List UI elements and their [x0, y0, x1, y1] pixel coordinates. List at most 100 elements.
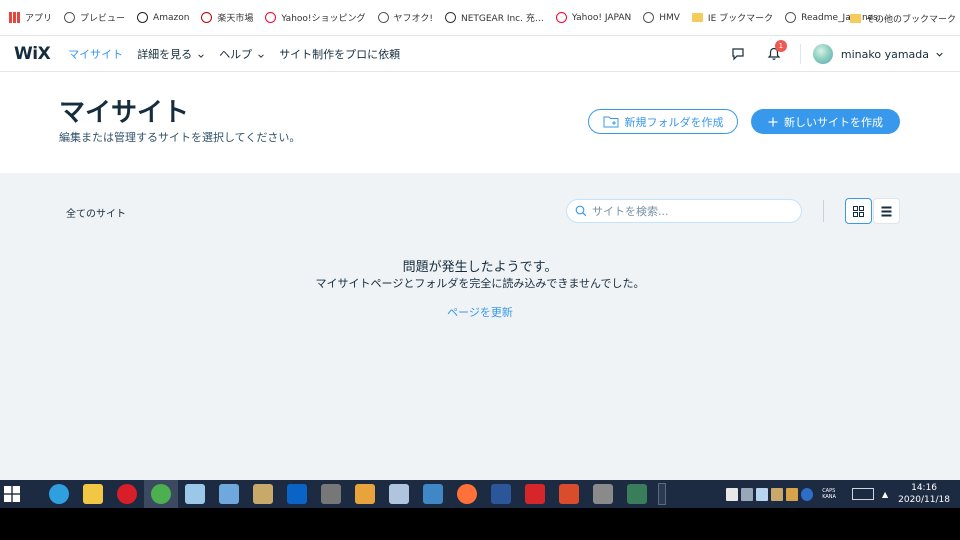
- netgear-icon: [444, 12, 456, 23]
- bookmark-label: IE ブックマーク: [707, 14, 774, 24]
- new-site-label: 新しいサイトを作成: [784, 115, 883, 129]
- bookmark-label: ヤフオク!: [393, 14, 433, 24]
- taskbar-app-app-blue[interactable]: [212, 480, 246, 508]
- chat-icon[interactable]: [720, 36, 756, 72]
- tray-app-icon[interactable]: [726, 487, 739, 501]
- bookmark-label: 楽天市場: [217, 14, 254, 24]
- content-area: 全てのサイト 問題が発生したようです。 マイサイトページとフォルダを完全に読み込…: [0, 173, 960, 480]
- taskbar-app-acrobat[interactable]: [518, 480, 552, 508]
- error-description: マイサイトページとフォルダを完全に読み込みできませんでした。: [315, 277, 645, 290]
- nav-item[interactable]: ヘルプ: [219, 46, 265, 62]
- taskbar-app-chrome[interactable]: [144, 480, 178, 508]
- toolbar-divider: [823, 200, 824, 222]
- all-sites-label[interactable]: 全てのサイト: [66, 205, 126, 220]
- plus-icon: [768, 117, 778, 127]
- bookmark-item[interactable]: 楽天市場: [196, 6, 258, 30]
- taskbar-app-camera[interactable]: [620, 480, 654, 508]
- taskbar-app-word[interactable]: [484, 480, 518, 508]
- globe-icon: [64, 12, 76, 23]
- taskbar-app-maple[interactable]: [552, 480, 586, 508]
- taskbar-app-image-tool[interactable]: [382, 480, 416, 508]
- page-title: マイサイト: [59, 98, 190, 128]
- wix-logo[interactable]: WiX: [14, 44, 51, 64]
- list-view-button[interactable]: [873, 198, 900, 224]
- paint-icon: [253, 484, 273, 504]
- bookmark-item[interactable]: アプリ: [4, 6, 57, 30]
- search-box[interactable]: [566, 199, 802, 223]
- outlook-icon: [287, 484, 307, 504]
- new-site-button[interactable]: 新しいサイトを作成: [751, 109, 900, 134]
- header-divider: [799, 44, 801, 64]
- taskbar-app-paint-tool[interactable]: [178, 480, 212, 508]
- screen: アプリ プレビュー Amazon 楽天市場 Yahoo!ショッピング ヤフオク! NETGE…: [0, 0, 960, 540]
- nav-item[interactable]: マイサイト: [68, 46, 123, 62]
- refresh-page-link[interactable]: ページを更新: [0, 304, 960, 320]
- keyboard-icon[interactable]: [851, 488, 874, 500]
- yahoo-icon: [555, 12, 567, 23]
- error-title: 問題が発生したようです。: [402, 260, 558, 275]
- bookmark-label: プレビュー: [80, 14, 126, 24]
- taskbar-app-ie[interactable]: [42, 480, 76, 508]
- ime-status[interactable]: CAPS KANA: [822, 488, 836, 500]
- tray-app-icon[interactable]: [741, 487, 754, 501]
- clock-time: 14:16: [911, 483, 938, 493]
- bookmark-item[interactable]: ヤフオク!: [373, 6, 438, 30]
- main-nav: マイサイト 詳細を見る ヘルプ サイト制作をプロに依頼: [68, 46, 414, 62]
- tray-app-icon[interactable]: [756, 487, 769, 501]
- bookmark-label: HMV: [659, 12, 680, 23]
- bookmark-item[interactable]: IE ブックマーク: [687, 6, 778, 30]
- taskbar-app-app-grid[interactable]: [416, 480, 450, 508]
- nav-item-label: マイサイト: [68, 47, 124, 61]
- show-hidden-icons-icon[interactable]: ▲: [882, 490, 888, 499]
- image-tool-icon: [389, 484, 409, 504]
- bookmark-item[interactable]: プレビュー: [59, 6, 130, 30]
- globe-icon: [785, 12, 797, 23]
- taskbar-app-pen-tool[interactable]: [314, 480, 348, 508]
- bookmark-item[interactable]: HMV: [638, 6, 685, 30]
- taskbar-app-recorder[interactable]: [110, 480, 144, 508]
- avatar[interactable]: [812, 44, 833, 64]
- screen-bottom-border: [0, 508, 960, 540]
- taskbar-app-explorer[interactable]: [76, 480, 110, 508]
- chrome-icon: [151, 484, 171, 504]
- help-icon[interactable]: [801, 487, 814, 501]
- chevron-down-icon: [197, 50, 205, 58]
- bookmark-item[interactable]: Yahoo! JAPAN: [551, 6, 636, 30]
- new-folder-button[interactable]: 新規フォルダを作成: [588, 109, 738, 134]
- other-bookmarks-label: その他のブックマーク: [865, 14, 956, 25]
- bell-icon[interactable]: 1: [756, 36, 792, 72]
- taskbar-app-editor[interactable]: [586, 480, 620, 508]
- bookmark-label: NETGEAR Inc. 充…: [460, 14, 544, 24]
- refresh-page-label[interactable]: ページを更新: [447, 306, 513, 319]
- rakuten-icon: [201, 12, 213, 23]
- chevron-down-icon[interactable]: [935, 50, 944, 59]
- tray-app-icon[interactable]: [786, 487, 799, 501]
- nav-item[interactable]: サイト制作をプロに依頼: [279, 46, 400, 62]
- camera-icon: [627, 484, 647, 504]
- taskbar-app-paint[interactable]: [246, 480, 280, 508]
- globe-icon: [377, 12, 389, 23]
- folder-plus-icon: [603, 115, 619, 128]
- yahoo-icon: [265, 12, 277, 23]
- taskbar-app-firefox[interactable]: [450, 480, 484, 508]
- bookmark-label: Yahoo!ショッピング: [281, 14, 366, 24]
- clock[interactable]: 14:16 2020/11/18: [898, 482, 950, 506]
- maple-icon: [559, 484, 579, 504]
- title-section: マイサイト 編集または管理するサイトを選択してください。 新規フォルダを作成 新…: [0, 72, 960, 173]
- user-name[interactable]: minako yamada: [841, 48, 929, 61]
- taskbar-app-video[interactable]: [348, 480, 382, 508]
- paint-tool-icon: [185, 484, 205, 504]
- bookmark-item[interactable]: Yahoo!ショッピング: [260, 6, 370, 30]
- windows-logo-icon: [4, 486, 20, 502]
- taskbar-app-outlook[interactable]: [280, 480, 314, 508]
- globe-icon: [643, 12, 655, 23]
- grid-view-button[interactable]: [845, 198, 872, 224]
- folder-icon: [691, 13, 703, 22]
- nav-item[interactable]: 詳細を見る: [137, 46, 205, 62]
- bookmark-item[interactable]: NETGEAR Inc. 充…: [440, 6, 549, 30]
- tray-app-icon[interactable]: [771, 487, 784, 501]
- other-bookmarks-folder[interactable]: その他のブックマーク: [849, 6, 956, 30]
- windows-start-button[interactable]: [0, 480, 24, 508]
- search-input[interactable]: [592, 204, 792, 218]
- bookmark-item[interactable]: Amazon: [132, 6, 194, 30]
